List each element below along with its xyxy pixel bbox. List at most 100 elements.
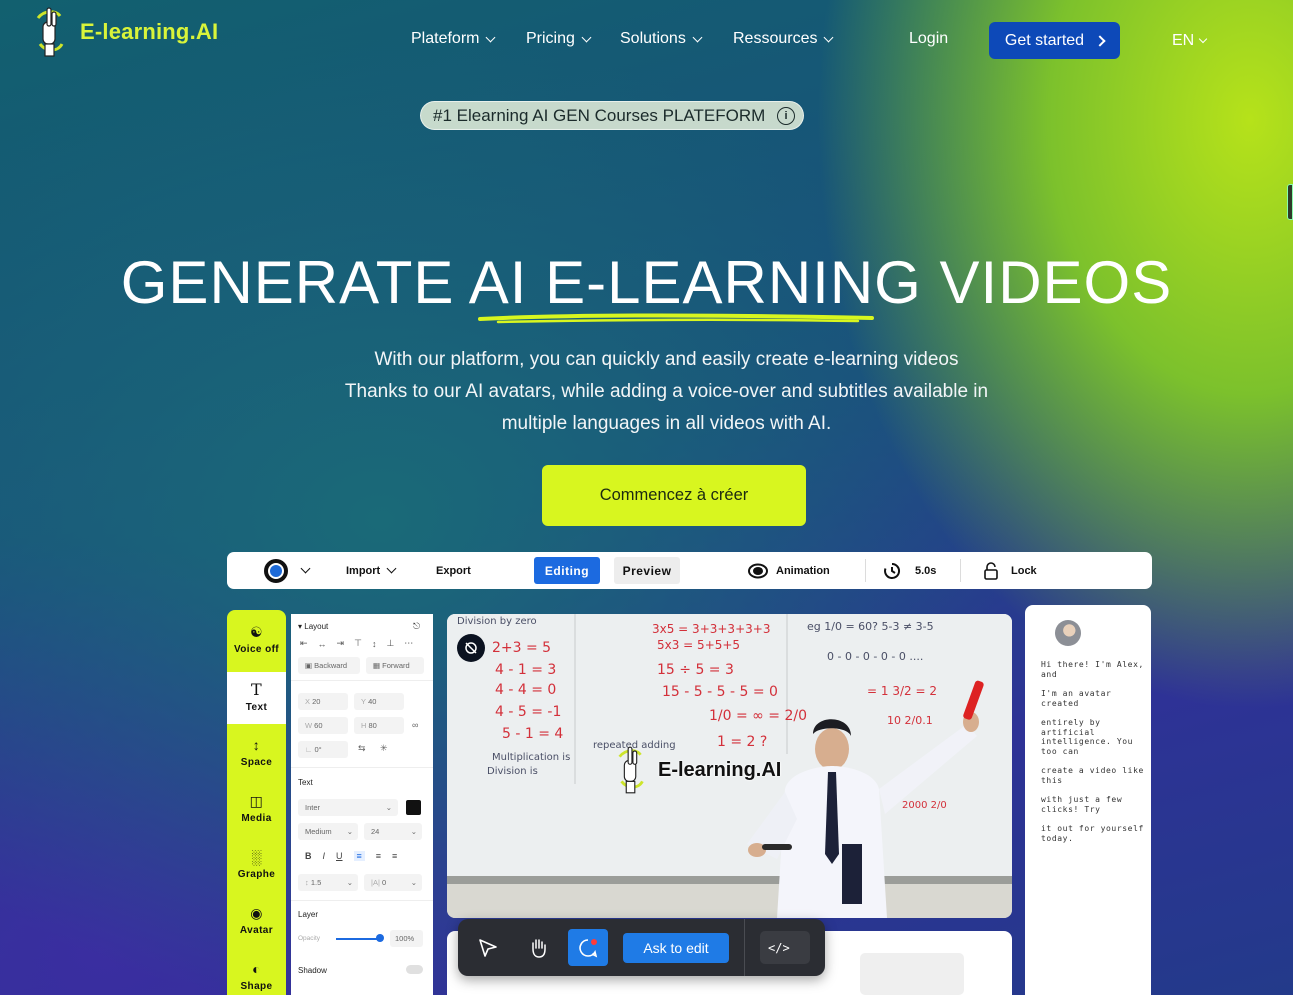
panel-divider [291,767,433,768]
opacity-slider[interactable] [336,938,381,940]
sidebar-item-graphe[interactable]: ░ Graphe [227,850,286,880]
chevron-down-icon: ⌄ [385,803,392,812]
brand-logo[interactable]: E-learning.AI [30,4,218,60]
letter-spacing-field[interactable]: |A| 0 ⌄ [364,874,422,891]
height-field[interactable]: H 80 [354,717,404,734]
backward-label: Backward [314,661,348,670]
import-menu[interactable]: Import [346,552,397,589]
nav-plateform[interactable]: Plateform [411,30,496,48]
more-icon[interactable]: ⋯ [404,638,413,649]
link-ratio-icon[interactable]: ∞ [412,720,418,730]
side-feedback-tab[interactable] [1287,184,1293,220]
align-bottom-icon[interactable]: ⊥ [386,638,394,649]
select-tool-button[interactable] [472,929,504,966]
lock-small-icon[interactable]: ⎋ [413,621,420,632]
chat-message-line: with just a few clicks! Try [1041,795,1123,814]
language-selector[interactable]: EN [1172,32,1208,50]
layer-section-title: Layer [298,910,319,919]
text-color-swatch[interactable] [406,800,421,815]
nav-ressources[interactable]: Ressources [733,30,834,48]
video-watermark-logo: E-learning.AI [612,742,781,798]
font-select[interactable]: Inter ⌄ [298,799,398,816]
shadow-toggle[interactable] [406,965,423,974]
panel-divider [291,680,433,681]
sidebar-item-space[interactable]: ↕ Space [227,738,286,768]
chevron-down-icon [300,563,311,574]
align-center-icon[interactable]: ↔ [318,639,327,649]
timer-icon [884,562,901,579]
align-text-right-icon[interactable]: ≡ [392,851,397,861]
replace-media-button[interactable] [457,634,485,662]
animation-button[interactable]: Animation [748,552,830,589]
tab-preview[interactable]: Preview [614,557,680,584]
animation-label: Animation [776,564,830,577]
code-view-button[interactable]: </> [760,931,810,964]
text-style-toolbar: B I U ≡ ≡ ≡ [305,851,397,861]
sidebar-item-avatar[interactable]: ◉ Avatar [227,906,286,936]
x-value: 20 [312,697,321,706]
nav-solutions-label: Solutions [620,30,686,47]
backward-button[interactable]: ▣ Backward [298,657,360,674]
align-toolbar: ⇤ ↔ ⇥ ⊤ ↕ ⊥ ⋯ [300,638,413,649]
get-started-button[interactable]: Get started [989,22,1120,59]
sidebar-item-shape[interactable]: ◐ Shape [227,962,286,992]
chevron-down-icon [486,32,496,42]
chevron-down-icon [1198,34,1208,44]
info-icon[interactable]: i [777,106,795,125]
login-link[interactable]: Login [909,30,948,48]
duration-control[interactable]: 5.0s [883,552,936,589]
hero-subtitle-line: Thanks to our AI avatars, while adding a… [344,381,989,402]
panel-divider [291,900,433,901]
start-creating-button[interactable]: Commencez à créer [542,465,806,526]
rotation-field[interactable]: ∟ 0° [298,741,348,758]
font-weight-select[interactable]: Medium ⌄ [298,823,358,840]
sidebar-item-media[interactable]: ◫ Media [227,794,286,824]
sidebar-item-label: Shape [240,981,273,992]
ask-to-edit-button[interactable]: Ask to edit [623,933,729,963]
nav-solutions[interactable]: Solutions [620,30,703,48]
sidebar-item-text[interactable]: T Text [227,672,286,724]
top-navigation: E-learning.AI Plateform Pricing Solution… [0,0,1293,80]
opacity-value: 100% [395,934,415,943]
align-top-icon[interactable]: ⊤ [354,638,362,649]
italic-icon[interactable]: I [323,851,326,861]
tab-editing[interactable]: Editing [534,557,600,584]
lock-button[interactable]: Lock [983,552,1037,589]
hero-subtitle-line: multiple languages in all videos with AI… [501,413,832,434]
letter-spacing-value: 0 [381,878,387,887]
align-middle-icon[interactable]: ↕ [372,639,377,649]
align-left-icon[interactable]: ⇤ [300,638,308,649]
x-field[interactable]: X 20 [298,693,348,710]
comment-tool-button[interactable] [568,929,608,966]
title-underline-brush [478,313,874,324]
sidebar-item-voice-off[interactable]: ☯ Voice off [227,614,286,666]
font-size-select[interactable]: 24 ⌄ [364,823,422,840]
chat-input[interactable] [860,953,964,995]
opacity-field[interactable]: 100% [390,930,423,947]
chevron-down-icon [824,32,834,42]
animation-icon [748,563,768,578]
width-field[interactable]: W 60 [298,717,348,734]
forward-button[interactable]: ▦ Forward [366,657,424,674]
editor-sidebar: ☯ Voice off T Text ↕ Space ◫ Media ░ Gra… [227,610,286,995]
hand-tool-button[interactable] [522,929,554,966]
line-height-field[interactable]: ↕ 1.5 ⌄ [298,874,358,891]
align-right-icon[interactable]: ⇥ [337,638,345,649]
flip-horizontal-icon[interactable]: ⇆ [358,743,366,754]
sidebar-item-label: Graphe [237,869,276,880]
workspace-switcher[interactable] [264,552,311,589]
underline-icon[interactable]: U [336,851,343,861]
bold-icon[interactable]: B [305,851,312,861]
comment-icon [579,938,598,957]
align-text-left-icon[interactable]: ≡ [353,851,365,861]
y-value: 40 [368,697,377,706]
export-button[interactable]: Export [436,552,471,589]
hero-title: GENERATE AI E-LEARNING VIDEOS [120,249,1173,316]
media-icon: ◫ [249,793,264,809]
flip-vertical-icon[interactable]: ✳ [380,743,388,754]
y-field[interactable]: Y 40 [354,693,404,710]
align-text-center-icon[interactable]: ≡ [376,851,381,861]
nav-pricing[interactable]: Pricing [526,30,592,48]
opacity-slider-handle[interactable] [376,934,384,942]
chat-message-line: intelligence. You too can [1041,737,1134,756]
